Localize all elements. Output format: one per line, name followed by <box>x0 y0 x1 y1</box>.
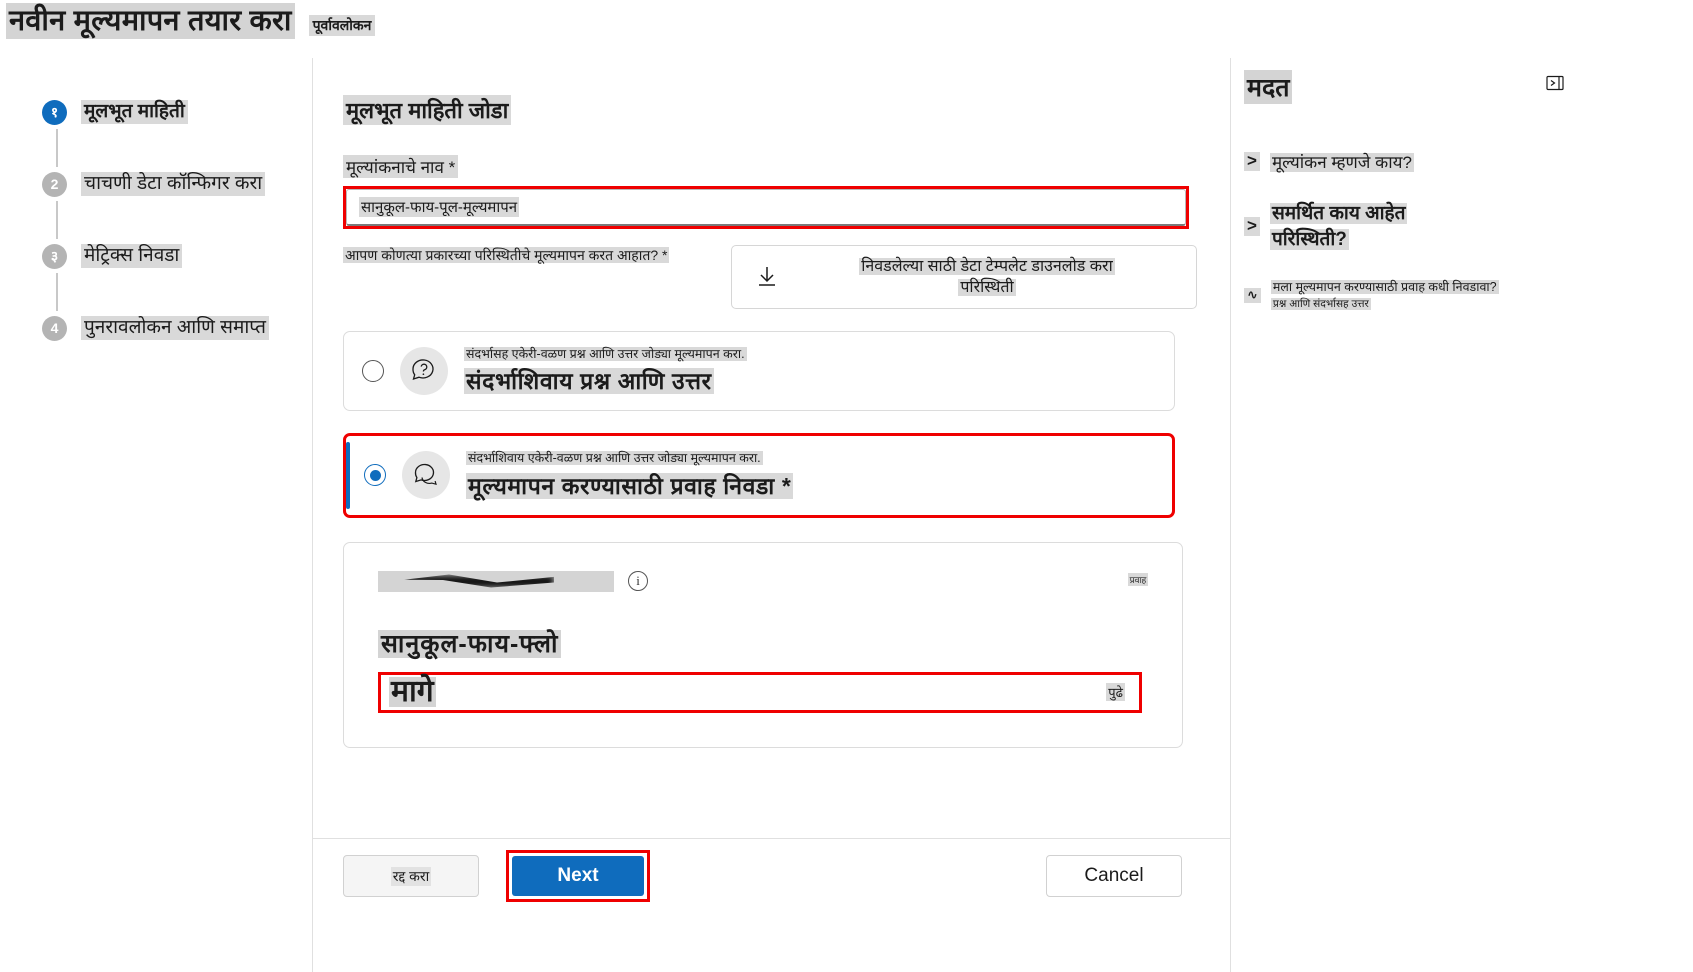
option-card-select-flow[interactable]: संदर्भाशिवाय एकेरी-वळण प्रश्न आणि उत्तर … <box>343 433 1175 518</box>
left-divider <box>312 58 313 972</box>
footer-divider <box>313 838 1231 839</box>
help-item-3-line2: प्रश्न आणि संदर्भासह उत्तर <box>1270 297 1371 310</box>
radio-select-flow[interactable] <box>364 464 386 487</box>
help-item-2-line2: परिस्थिती? <box>1269 228 1349 250</box>
evaluation-name-label: मूल्यांकनाचे नाव * <box>343 155 459 178</box>
flow-card-header: i <box>378 570 1148 592</box>
flow-name: सानुकूल-फाय-फ्लो <box>378 626 1148 660</box>
step-number-2: 2 <box>42 171 67 197</box>
step-label-3: मेट्रिक्स निवडा <box>81 243 183 269</box>
right-divider <box>1230 58 1231 972</box>
step-number-3: ३ <box>42 243 67 269</box>
page-header: नवीन मूल्यमापन तयार करा पूर्वावलोकन <box>0 0 1693 42</box>
evaluation-name-input[interactable]: सानुकूल-फाय-पूल-मूल्यमापन <box>346 189 1186 226</box>
help-item-1-text: मूल्यांकन म्हणजे काय? <box>1269 153 1414 172</box>
wizard-footer: रद्द करा Next Cancel <box>343 850 1683 905</box>
chevron-right-icon: > <box>1244 151 1260 171</box>
option-card-qa-without-context[interactable]: संदर्भासह एकेरी-वळण प्रश्न आणि उत्तर जोड… <box>343 331 1175 412</box>
scenario-question: आपण कोणत्या प्रकारच्या परिस्थितीचे मूल्य… <box>343 247 670 263</box>
question-bubble-icon <box>400 347 448 396</box>
flow-search-value: मागे <box>389 675 436 708</box>
cancel-button-label: Cancel <box>1084 865 1144 886</box>
download-icon <box>746 265 788 289</box>
help-item-2-text: समर्थित काय आहेत परिस्थिती? <box>1269 201 1408 252</box>
help-item-what-is-evaluation[interactable]: > मूल्यांकन म्हणजे काय? <box>1244 151 1574 175</box>
step-label-4: पुनरावलोकन आणि समाप्त <box>81 315 269 341</box>
flow-corner-label: प्रवाह <box>1127 572 1148 586</box>
option-1-description: संदर्भासह एकेरी-वळण प्रश्न आणि उत्तर जोड… <box>464 347 747 361</box>
help-items-list: > मूल्यांकन म्हणजे काय? > समर्थित काय आह… <box>1244 151 1574 313</box>
step-connector-3 <box>56 273 58 311</box>
option-2-description: संदर्भाशिवाय एकेरी-वळण प्रश्न आणि उत्तर … <box>466 451 763 466</box>
download-data-template-button[interactable]: निवडलेल्या साठी डेटा टेम्पलेट डाउनलोड कर… <box>731 245 1197 309</box>
option-1-title: संदर्भाशिवाय प्रश्न आणि उत्तर <box>464 368 714 395</box>
info-icon[interactable]: i <box>628 571 648 591</box>
flow-search-input[interactable]: मागे पुढे <box>378 671 1142 713</box>
step-connector-2 <box>56 201 58 239</box>
sidebar-item-review-finish[interactable]: 4 पुनरावलोकन आणि समाप्त <box>42 311 292 345</box>
sidebar-item-basic-info[interactable]: १ मूलभूत माहिती <box>42 95 292 129</box>
help-panel-title: मदत <box>1244 70 1293 104</box>
wizard-stepper: १ मूलभूत माहिती 2 चाचणी डेटा कॉन्फिगर कर… <box>42 95 292 345</box>
next-button[interactable]: Next <box>512 856 644 896</box>
help-item-3-line1: मला मूल्यमापन करण्यासाठी प्रवाह कधी निवड… <box>1270 280 1499 295</box>
help-item-3-text: मला मूल्यमापन करण्यासाठी प्रवाह कधी निवड… <box>1270 278 1499 313</box>
option-2-title: मूल्यमापन करण्यासाठी प्रवाह निवडा * <box>466 472 794 499</box>
cancel-step-label: रद्द करा <box>390 866 432 886</box>
radio-qa-without-context[interactable] <box>362 360 384 383</box>
flow-next-link[interactable]: पुढे <box>1106 683 1125 701</box>
redacted-field-label <box>378 570 614 592</box>
download-label-line1: निवडलेल्या साठी डेटा टेम्पलेट डाउनलोड कर… <box>859 257 1115 275</box>
step-number-1: १ <box>42 99 67 125</box>
chat-bubble-icon <box>402 451 450 500</box>
step-connector-1 <box>56 129 58 167</box>
option-2-texts: संदर्भाशिवाय एकेरी-वळण प्रश्न आणि उत्तर … <box>466 450 794 500</box>
step-label-2: चाचणी डेटा कॉन्फिगर करा <box>81 171 266 197</box>
main-form: मूलभूत माहिती जोडा मूल्यांकनाचे नाव * सा… <box>343 95 1198 748</box>
step-label-1: मूलभूत माहिती <box>81 99 188 125</box>
option-1-texts: संदर्भासह एकेरी-वळण प्रश्न आणि उत्तर जोड… <box>464 346 747 396</box>
help-panel: मदत > मूल्यांकन म्हणजे काय? > समर्थित का… <box>1244 70 1574 313</box>
sidebar-item-configure-test-data[interactable]: 2 चाचणी डेटा कॉन्फिगर करा <box>42 167 292 201</box>
page-title: नवीन मूल्यमापन तयार करा <box>6 2 295 40</box>
download-button-label: निवडलेल्या साठी डेटा टेम्पलेट डाउनलोड कर… <box>792 256 1182 298</box>
step-number-4: 4 <box>42 315 67 341</box>
preview-badge: पूर्वावलोकन <box>308 15 376 36</box>
download-label-line2: परिस्थिती <box>958 279 1016 296</box>
cancel-button[interactable]: Cancel <box>1046 855 1182 897</box>
next-button-highlight: Next <box>506 850 650 902</box>
evaluation-name-value: सानुकूल-फाय-पूल-मूल्यमापन <box>359 197 520 217</box>
section-heading: मूलभूत माहिती जोडा <box>343 95 512 125</box>
help-item-supported-scenarios[interactable]: > समर्थित काय आहेत परिस्थिती? <box>1244 201 1574 252</box>
next-button-label: Next <box>557 865 599 886</box>
help-item-when-select-flow[interactable]: ∿ मला मूल्यमापन करण्यासाठी प्रवाह कधी नि… <box>1244 278 1574 313</box>
squiggle-icon: ∿ <box>1244 288 1261 303</box>
help-item-2-line1: समर्थित काय आहेत <box>1269 202 1408 224</box>
collapse-panel-icon[interactable] <box>1545 74 1565 92</box>
evaluation-name-highlight: सानुकूल-फाय-पूल-मूल्यमापन <box>343 186 1189 229</box>
flow-selection-card: i प्रवाह सानुकूल-फाय-फ्लो मागे पुढे <box>343 541 1183 748</box>
scenario-row: आपण कोणत्या प्रकारच्या परिस्थितीचे मूल्य… <box>343 245 1198 309</box>
chevron-right-icon-2: > <box>1244 217 1260 236</box>
evaluation-wizard-page: नवीन मूल्यमापन तयार करा पूर्वावलोकन १ मू… <box>0 0 1693 972</box>
sidebar-item-select-metrics[interactable]: ३ मेट्रिक्स निवडा <box>42 239 292 273</box>
cancel-step-button[interactable]: रद्द करा <box>343 855 479 897</box>
